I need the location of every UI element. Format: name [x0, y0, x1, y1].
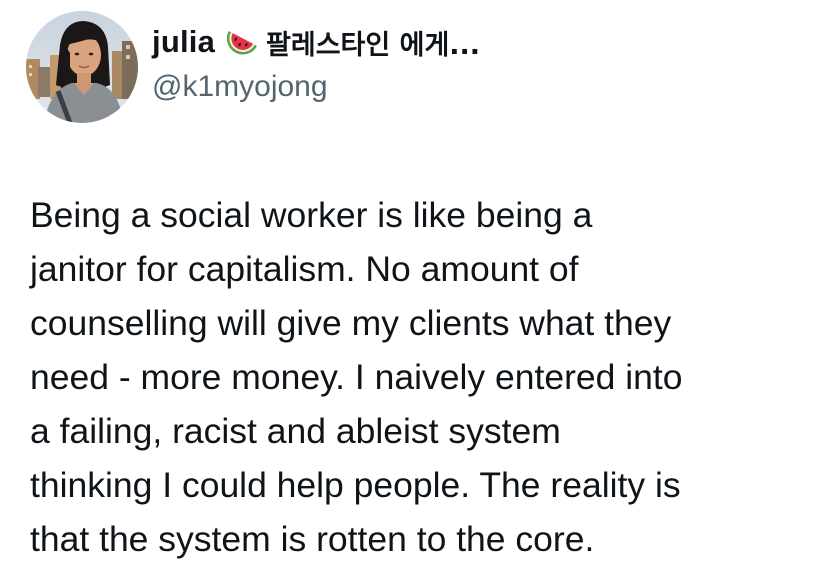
tweet-card: julia 팔레스타인 에게... @k1myojong Being a soc…	[0, 0, 828, 582]
author-display-name[interactable]: julia	[152, 24, 215, 60]
tweet-text-line: need - more money. I naively entered int…	[30, 357, 683, 397]
tweet-text-line: Being a social worker is like being a	[30, 195, 593, 235]
tweet-text-line: janitor for capitalism. No amount of	[30, 249, 579, 289]
tweet-text-line: counselling will give my clients what th…	[30, 303, 672, 343]
author-handle[interactable]: @k1myojong	[152, 70, 328, 104]
tweet-text-line: thinking I could help people. The realit…	[30, 465, 681, 505]
avatar[interactable]	[26, 11, 138, 123]
tweet-text-line: a failing, racist and ableist system	[30, 411, 561, 451]
avatar-photo	[26, 11, 138, 123]
tweet-text-line: that the system is rotten to the core.	[30, 519, 595, 559]
watermelon-icon	[222, 26, 260, 58]
tweet-text: Being a social worker is like being a ja…	[30, 188, 820, 566]
author-name-suffix: 팔레스타인 에게...	[266, 29, 481, 61]
author-name-row[interactable]: julia 팔레스타인 에게...	[152, 22, 480, 62]
